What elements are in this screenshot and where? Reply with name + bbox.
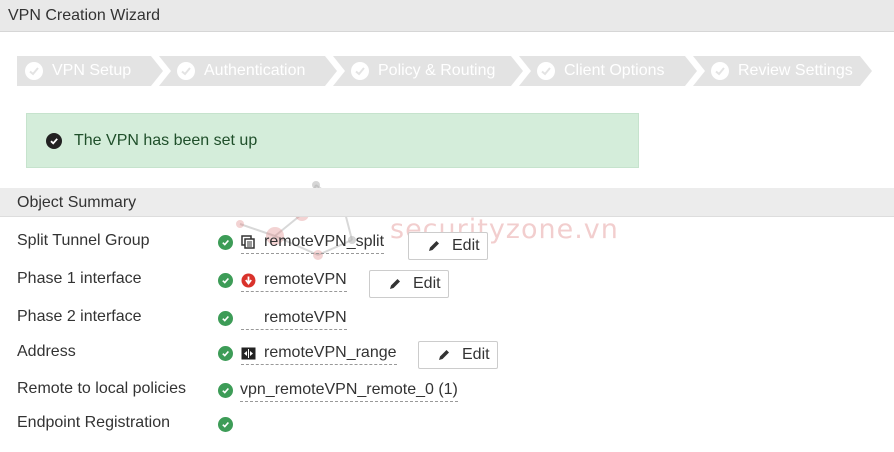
step-authentication[interactable]: Authentication	[159, 56, 337, 86]
step-label: Authentication	[204, 62, 306, 79]
status-ok-icon	[218, 417, 233, 432]
object-link-phase2[interactable]: remoteVPN	[241, 307, 347, 330]
object-link-policy[interactable]: vpn_remoteVPN_remote_0 (1)	[240, 379, 458, 402]
edit-label: Edit	[413, 275, 441, 292]
step-review-settings[interactable]: Review Settings	[693, 56, 872, 86]
wizard-steps: VPN Setup Authentication Policy & Routin…	[17, 56, 872, 86]
step-label: Policy & Routing	[378, 62, 496, 79]
step-label: VPN Setup	[52, 62, 132, 79]
row-label: Split Tunnel Group	[17, 232, 150, 249]
banner-message: The VPN has been set up	[74, 131, 258, 149]
blank-icon	[241, 311, 256, 326]
summary-row-phase1-interface: Phase 1 interface remoteVPN Edit	[0, 266, 894, 298]
object-link-phase1[interactable]: remoteVPN	[241, 269, 347, 292]
object-value: vpn_remoteVPN_remote_0 (1)	[240, 381, 458, 398]
row-label: Phase 2 interface	[17, 308, 142, 325]
title-bar: VPN Creation Wizard	[0, 0, 894, 32]
summary-row-endpoint-registration: Endpoint Registration	[0, 410, 894, 440]
pencil-icon	[437, 348, 451, 362]
row-label: Endpoint Registration	[17, 414, 170, 431]
row-label: Remote to local policies	[17, 380, 186, 397]
object-value: remoteVPN_split	[264, 233, 385, 250]
check-icon	[177, 62, 195, 80]
section-title: Object Summary	[17, 194, 137, 211]
row-label: Address	[17, 343, 76, 360]
edit-label: Edit	[452, 237, 480, 254]
check-icon	[537, 62, 555, 80]
step-vpn-setup[interactable]: VPN Setup	[17, 56, 163, 86]
summary-row-remote-policies: Remote to local policies vpn_remoteVPN_r…	[0, 376, 894, 406]
summary-row-split-tunnel-group: Split Tunnel Group remoteVPN_split Edit	[0, 228, 894, 260]
address-group-icon	[241, 234, 256, 250]
window-title: VPN Creation Wizard	[8, 7, 161, 24]
edit-split-button[interactable]: Edit	[408, 232, 488, 260]
tunnel-down-icon	[241, 273, 256, 288]
check-icon	[711, 62, 729, 80]
success-banner: The VPN has been set up	[26, 113, 639, 168]
object-link-address[interactable]: remoteVPN_range	[241, 342, 397, 365]
step-label: Review Settings	[738, 62, 853, 79]
check-circle-icon	[46, 132, 62, 149]
status-ok-icon	[218, 273, 233, 288]
edit-address-button[interactable]: Edit	[418, 341, 498, 369]
ip-range-icon	[241, 346, 256, 361]
edit-phase1-button[interactable]: Edit	[369, 270, 449, 298]
step-label: Client Options	[564, 62, 665, 79]
summary-row-phase2-interface: Phase 2 interface remoteVPN	[0, 304, 894, 334]
status-ok-icon	[218, 346, 233, 361]
check-icon	[351, 62, 369, 80]
status-ok-icon	[218, 311, 233, 326]
check-icon	[25, 62, 43, 80]
edit-label: Edit	[462, 346, 490, 363]
pencil-icon	[427, 239, 441, 253]
status-ok-icon	[218, 383, 233, 398]
object-value: remoteVPN	[264, 309, 347, 326]
step-client-options[interactable]: Client Options	[519, 56, 697, 86]
row-label: Phase 1 interface	[17, 270, 142, 287]
status-ok-icon	[218, 235, 233, 250]
object-value: remoteVPN_range	[264, 344, 397, 361]
object-link-split[interactable]: remoteVPN_split	[241, 231, 385, 254]
summary-row-address: Address remoteVPN_range Edit	[0, 339, 894, 369]
object-value: remoteVPN	[264, 271, 347, 288]
object-summary-header: Object Summary	[0, 188, 894, 217]
pencil-icon	[388, 277, 402, 291]
step-policy-routing[interactable]: Policy & Routing	[333, 56, 523, 86]
